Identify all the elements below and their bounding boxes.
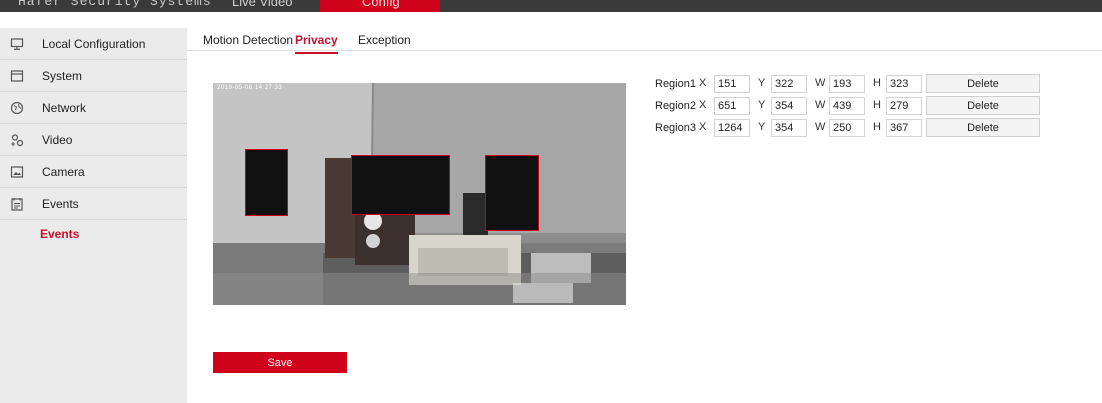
region2-w-input[interactable]	[829, 97, 865, 115]
region-name: Region3	[655, 122, 696, 134]
region2-y-input[interactable]	[771, 97, 807, 115]
w-label: W	[815, 77, 826, 89]
nav-live-video[interactable]: Live Video	[232, 0, 292, 9]
tab-privacy[interactable]: Privacy	[295, 33, 338, 54]
nav-config-label: Config	[362, 0, 400, 9]
region1-x-input[interactable]	[714, 75, 750, 93]
sidebar-item-video[interactable]: Video	[0, 124, 187, 156]
tab-bar: Motion Detection Privacy Exception	[187, 28, 1102, 54]
region1-h-input[interactable]	[886, 75, 922, 93]
x-label: X	[699, 121, 707, 133]
h-label: H	[873, 121, 881, 133]
x-label: X	[699, 99, 707, 111]
osd-timestamp: 2019-05-06 14:27:33	[217, 85, 283, 91]
region-name: Region2	[655, 100, 696, 112]
events-icon	[10, 197, 24, 211]
image-icon	[10, 165, 24, 179]
region-row: Region2 X Y W H Delete	[655, 96, 1055, 116]
brand-title: Hafer Security Systems	[18, 0, 212, 9]
region2-h-input[interactable]	[886, 97, 922, 115]
region3-x-input[interactable]	[714, 119, 750, 137]
y-label: Y	[758, 99, 766, 111]
nav-config[interactable]: Config	[320, 0, 440, 12]
sidebar-item-camera[interactable]: Camera	[0, 156, 187, 188]
camera-preview[interactable]: 2019-05-06 14:27:33	[213, 83, 626, 305]
x-label: X	[699, 77, 707, 89]
system-icon	[10, 69, 24, 83]
region1-delete-button[interactable]: Delete	[926, 74, 1040, 93]
save-button[interactable]: Save	[213, 352, 347, 373]
h-label: H	[873, 77, 881, 89]
privacy-mask-region3[interactable]	[485, 155, 539, 231]
top-bar: Hafer Security Systems Live Video Config	[0, 0, 1102, 12]
monitor-icon	[10, 37, 24, 51]
globe-icon	[10, 101, 24, 115]
y-label: Y	[758, 121, 766, 133]
sidebar-item-label: System	[42, 68, 83, 83]
region3-delete-button[interactable]: Delete	[926, 118, 1040, 137]
region3-y-input[interactable]	[771, 119, 807, 137]
sidebar-item-label: Camera	[42, 164, 85, 179]
w-label: W	[815, 99, 826, 111]
tab-motion-detection[interactable]: Motion Detection	[203, 33, 293, 47]
y-label: Y	[758, 77, 766, 89]
privacy-mask-region2[interactable]	[351, 155, 450, 215]
sidebar-item-local-configuration[interactable]: Local Configuration	[0, 28, 187, 60]
sidebar-item-events[interactable]: Events	[0, 188, 187, 220]
region3-w-input[interactable]	[829, 119, 865, 137]
region-row: Region1 X Y W H Delete	[655, 74, 1055, 94]
sidebar-item-label: Network	[42, 100, 87, 115]
region2-x-input[interactable]	[714, 97, 750, 115]
region-row: Region3 X Y W H Delete	[655, 118, 1055, 138]
video-icon	[10, 133, 24, 147]
w-label: W	[815, 121, 826, 133]
region-name: Region1	[655, 78, 696, 90]
region3-h-input[interactable]	[886, 119, 922, 137]
region2-delete-button[interactable]: Delete	[926, 96, 1040, 115]
h-label: H	[873, 99, 881, 111]
region1-y-input[interactable]	[771, 75, 807, 93]
region1-w-input[interactable]	[829, 75, 865, 93]
sidebar-subitem-events[interactable]: Events	[40, 227, 79, 241]
sidebar-item-label: Local Configuration	[42, 36, 146, 51]
privacy-mask-region1[interactable]	[245, 149, 288, 216]
sidebar-item-label: Video	[42, 132, 73, 147]
sidebar-item-label: Events	[42, 196, 79, 211]
sidebar-item-network[interactable]: Network	[0, 92, 187, 124]
sidebar-item-system[interactable]: System	[0, 60, 187, 92]
sidebar: Local Configuration System Network Video…	[0, 28, 187, 403]
tab-exception[interactable]: Exception	[358, 33, 411, 47]
